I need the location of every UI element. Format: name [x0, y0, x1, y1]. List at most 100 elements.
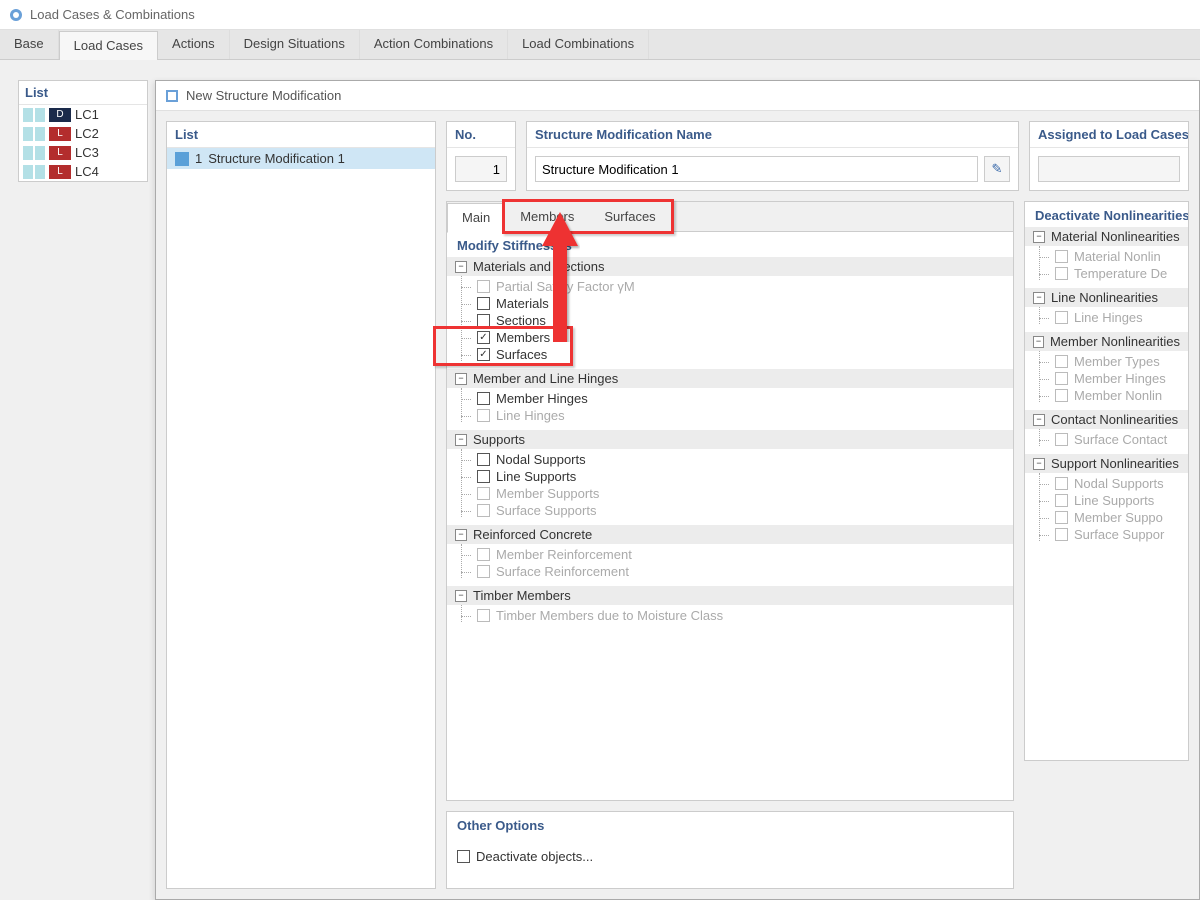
checkbox [1055, 494, 1068, 507]
edit-name-button[interactable]: ✎ [984, 156, 1010, 182]
deact-item[interactable]: Temperature De [1025, 265, 1188, 282]
deact-item-label: Surface Suppor [1074, 527, 1164, 542]
expand-icon[interactable]: − [1033, 458, 1045, 470]
main-tab-design-situations[interactable]: Design Situations [230, 30, 360, 59]
dialog-list-panel: List 1 Structure Modification 1 [166, 121, 436, 889]
expand-icon[interactable]: − [455, 529, 467, 541]
deact-item[interactable]: Line Supports [1025, 492, 1188, 509]
item-label: Member Supports [496, 486, 599, 501]
deact-group-header[interactable]: −Line Nonlinearities [1025, 288, 1188, 307]
deact-group-header[interactable]: −Contact Nonlinearities [1025, 410, 1188, 429]
assigned-input[interactable] [1038, 156, 1180, 182]
expand-icon[interactable]: − [1033, 231, 1045, 243]
checkbox[interactable] [477, 314, 490, 327]
stiffness-item[interactable]: Partial Safety Factor γM [447, 278, 1013, 295]
group-header[interactable]: −Materials and Sections [447, 257, 1013, 276]
sub-tab-main[interactable]: Main [447, 203, 505, 233]
group-header[interactable]: −Timber Members [447, 586, 1013, 605]
load-case-row[interactable]: D LC1 [19, 105, 147, 124]
item-label: Member Hinges [496, 391, 588, 406]
load-case-row[interactable]: L LC2 [19, 124, 147, 143]
stiffness-item[interactable]: Line Hinges [447, 407, 1013, 424]
stiffness-item[interactable]: Member Supports [447, 485, 1013, 502]
stiffness-item[interactable]: Timber Members due to Moisture Class [447, 607, 1013, 624]
group-header[interactable]: −Reinforced Concrete [447, 525, 1013, 544]
checkbox [477, 548, 490, 561]
stiffness-item[interactable]: Member Reinforcement [447, 546, 1013, 563]
main-tab-load-cases[interactable]: Load Cases [59, 31, 158, 60]
deact-item[interactable]: Member Types [1025, 353, 1188, 370]
expand-icon[interactable]: − [1033, 336, 1044, 348]
checkbox[interactable] [477, 348, 490, 361]
expand-icon[interactable]: − [1033, 414, 1045, 426]
stiffness-item[interactable]: Line Supports [447, 468, 1013, 485]
other-options-panel: Other Options Deactivate objects... [446, 811, 1014, 889]
checkbox[interactable] [477, 331, 490, 344]
assigned-label: Assigned to Load Cases / C [1030, 122, 1188, 148]
stiffness-group: −Timber Members Timber Members due to Moi… [447, 586, 1013, 630]
deact-item[interactable]: Nodal Supports [1025, 475, 1188, 492]
load-case-row[interactable]: L LC3 [19, 143, 147, 162]
item-label: Member Reinforcement [496, 547, 632, 562]
list-row-index: 1 [195, 151, 202, 166]
expand-icon[interactable]: − [1033, 292, 1045, 304]
main-tab-load-combinations[interactable]: Load Combinations [508, 30, 649, 59]
deact-item[interactable]: Member Suppo [1025, 509, 1188, 526]
number-input[interactable] [455, 156, 507, 182]
deact-item-label: Material Nonlin [1074, 249, 1161, 264]
stiffness-item[interactable]: Surface Reinforcement [447, 563, 1013, 580]
checkbox[interactable] [477, 453, 490, 466]
lc-type-badge: D [49, 108, 71, 122]
stiffness-item[interactable]: Members [447, 329, 1013, 346]
deactivate-objects-checkbox[interactable] [457, 850, 470, 863]
group-header[interactable]: −Member and Line Hinges [447, 369, 1013, 388]
expand-icon[interactable]: − [455, 261, 467, 273]
deact-group-header[interactable]: −Material Nonlinearities [1025, 227, 1188, 246]
deact-item[interactable]: Member Hinges [1025, 370, 1188, 387]
lc-name: LC1 [75, 107, 99, 122]
name-input[interactable] [535, 156, 978, 182]
dialog-titlebar: New Structure Modification [156, 81, 1199, 111]
sub-tabstrip: MainMembersSurfaces [447, 202, 1013, 232]
deactivate-nonlinearities-header: Deactivate Nonlinearities [1025, 202, 1188, 227]
other-options-header: Other Options [447, 812, 1013, 837]
deact-group-header[interactable]: −Member Nonlinearities [1025, 332, 1188, 351]
number-panel: No. [446, 121, 516, 191]
expand-icon[interactable]: − [455, 373, 467, 385]
checkbox[interactable] [477, 470, 490, 483]
sub-tab-members[interactable]: Members [505, 202, 589, 231]
stiffness-item[interactable]: Sections [447, 312, 1013, 329]
stiffness-group: −Member and Line Hinges Member HingesLine… [447, 369, 1013, 430]
deact-item[interactable]: Surface Contact [1025, 431, 1188, 448]
group-header[interactable]: −Supports [447, 430, 1013, 449]
deact-item[interactable]: Line Hinges [1025, 309, 1188, 326]
deact-item[interactable]: Surface Suppor [1025, 526, 1188, 543]
main-tab-action-combinations[interactable]: Action Combinations [360, 30, 508, 59]
checkbox [477, 409, 490, 422]
main-tab-base[interactable]: Base [0, 30, 59, 59]
stiffness-item[interactable]: Materials [447, 295, 1013, 312]
deact-group-header[interactable]: −Support Nonlinearities [1025, 454, 1188, 473]
sub-tab-surfaces[interactable]: Surfaces [589, 202, 670, 231]
load-cases-list-header: List [19, 81, 147, 105]
stiffness-item[interactable]: Surfaces [447, 346, 1013, 363]
expand-icon[interactable]: − [455, 590, 467, 602]
expand-icon[interactable]: − [455, 434, 467, 446]
stiffness-item[interactable]: Surface Supports [447, 502, 1013, 519]
checkbox[interactable] [477, 297, 490, 310]
dialog-list-row[interactable]: 1 Structure Modification 1 [167, 148, 435, 169]
deact-item-label: Member Hinges [1074, 371, 1166, 386]
app-icon [8, 7, 24, 23]
deact-group-label: Material Nonlinearities [1051, 229, 1180, 244]
checkbox [477, 504, 490, 517]
deact-item-label: Member Suppo [1074, 510, 1163, 525]
checkbox[interactable] [477, 392, 490, 405]
stiffness-item[interactable]: Nodal Supports [447, 451, 1013, 468]
deact-item[interactable]: Member Nonlin [1025, 387, 1188, 404]
deact-item[interactable]: Material Nonlin [1025, 248, 1188, 265]
item-label: Materials [496, 296, 549, 311]
list-row-color-icon [175, 152, 189, 166]
main-tab-actions[interactable]: Actions [158, 30, 230, 59]
stiffness-item[interactable]: Member Hinges [447, 390, 1013, 407]
load-case-row[interactable]: L LC4 [19, 162, 147, 181]
